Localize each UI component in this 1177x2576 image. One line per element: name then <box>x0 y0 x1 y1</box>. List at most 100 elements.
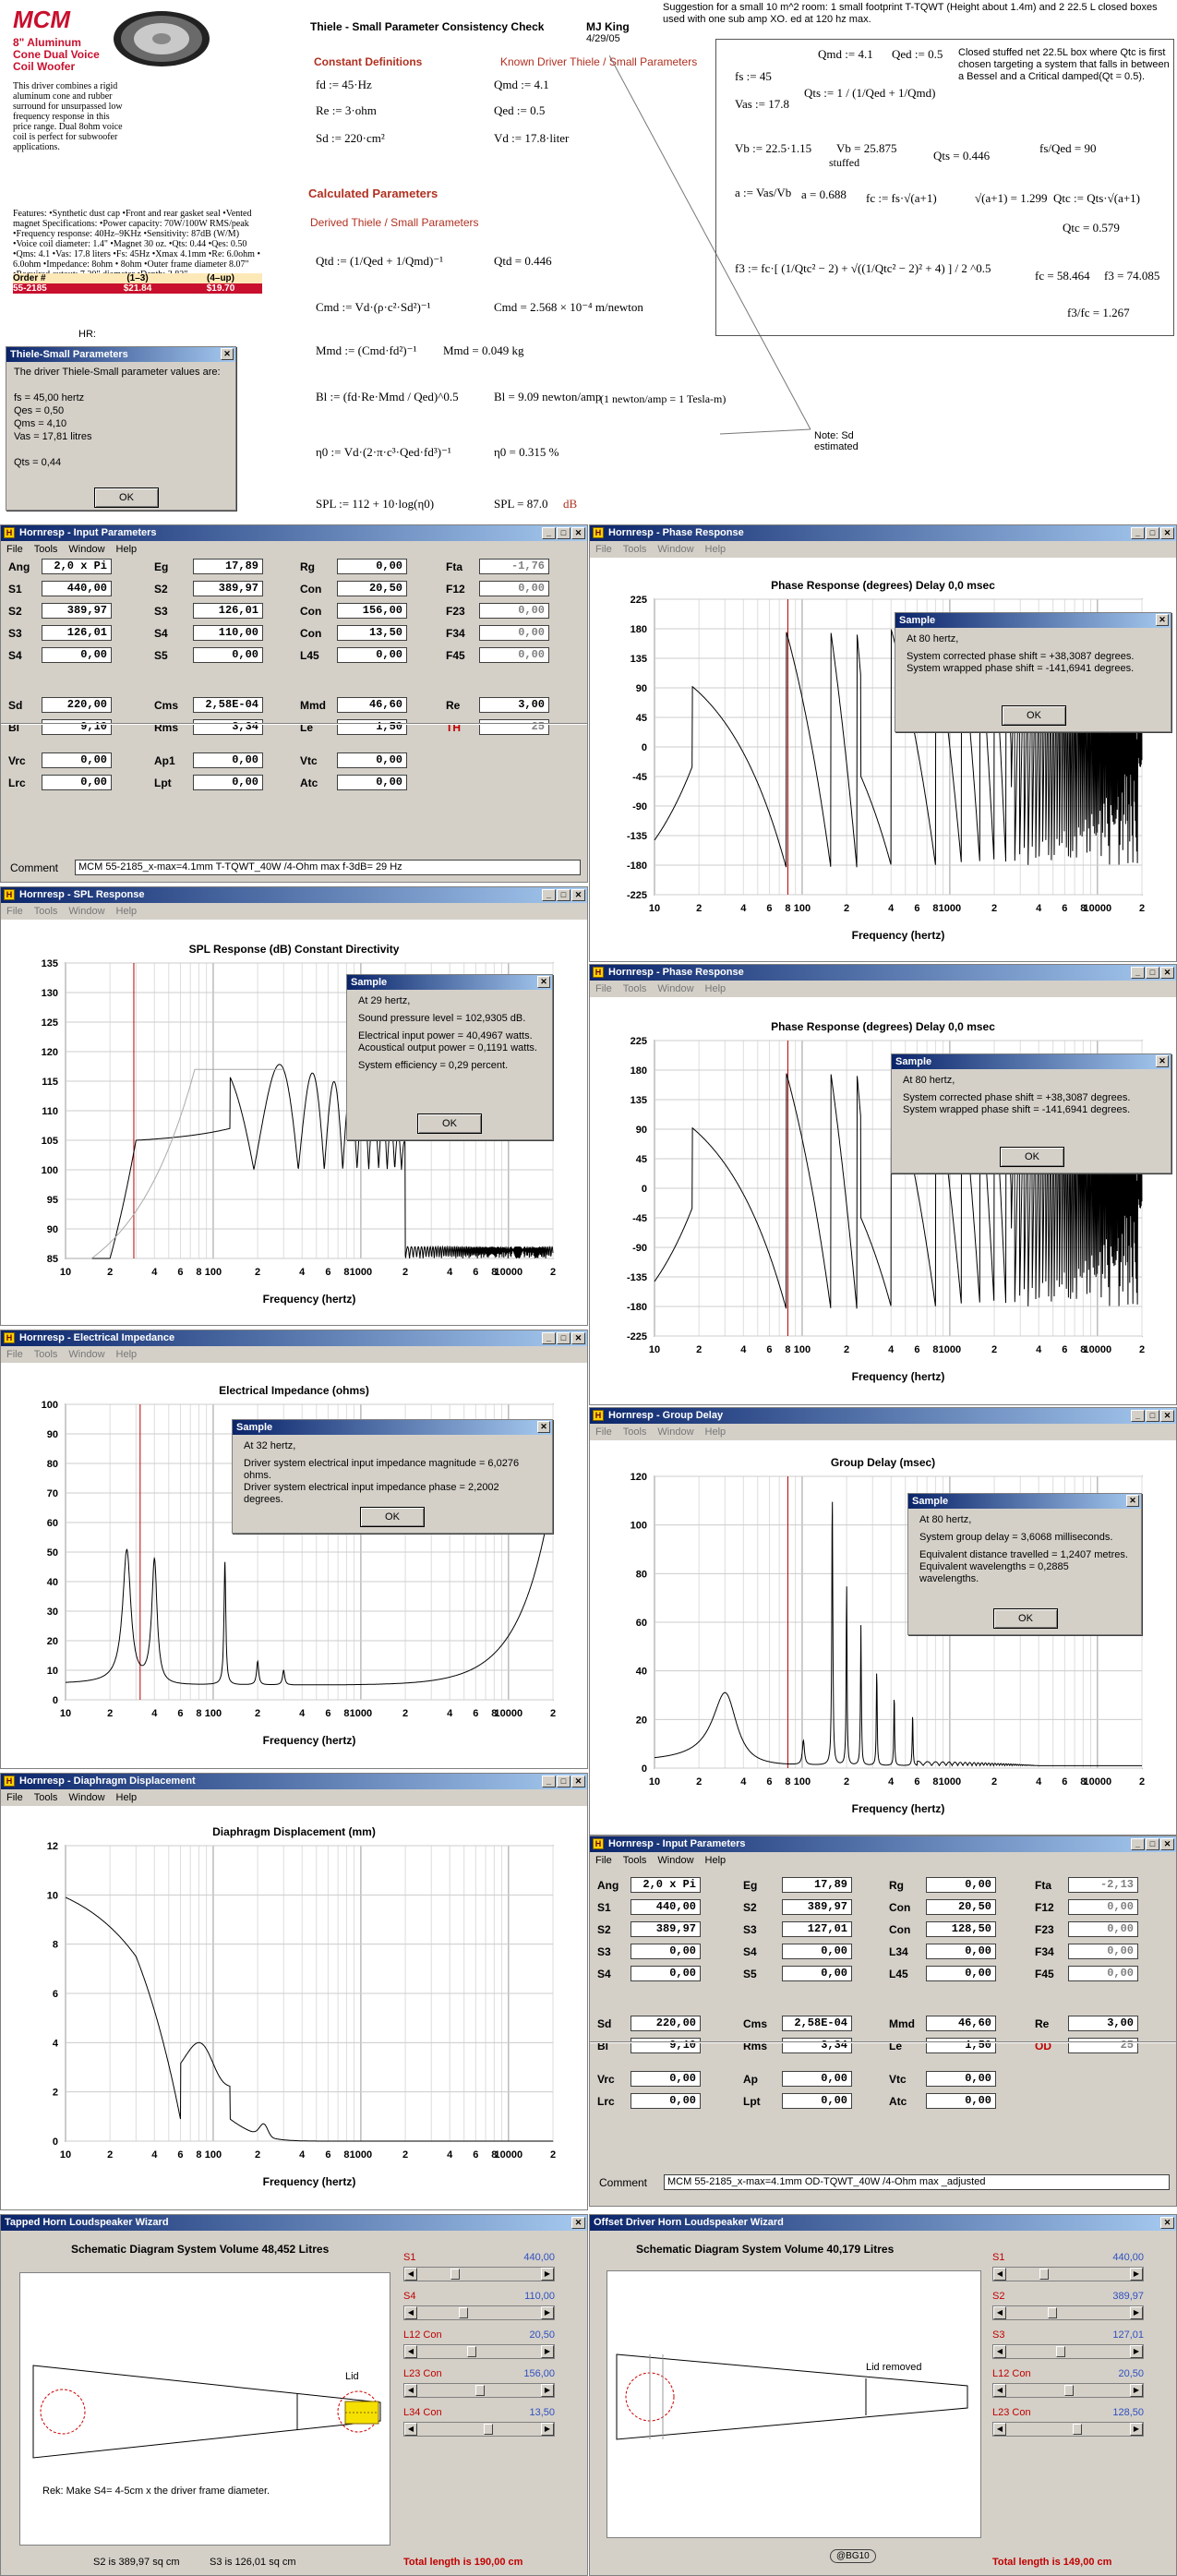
arrow-left-icon[interactable]: ◀ <box>404 2306 417 2319</box>
menu-file[interactable]: File <box>6 1789 23 1806</box>
param-field-s3[interactable]: 0,00 <box>631 1944 701 1959</box>
parameter-slider[interactable]: ◀ ▶ <box>403 2422 555 2437</box>
ok-button[interactable]: OK <box>94 488 159 508</box>
close-icon[interactable]: ✕ <box>1160 967 1174 979</box>
param-field-s1[interactable]: 440,00 <box>42 581 112 596</box>
param-field-s5[interactable]: 0,00 <box>782 1966 852 1981</box>
close-icon[interactable]: ✕ <box>571 2217 585 2229</box>
param-field-con[interactable]: 13,50 <box>337 625 407 641</box>
ok-button[interactable]: OK <box>1002 705 1066 726</box>
arrow-right-icon[interactable]: ▶ <box>1130 2306 1143 2319</box>
param-field-s4[interactable]: 0,00 <box>42 647 112 663</box>
arrow-left-icon[interactable]: ◀ <box>993 2306 1006 2319</box>
comment-field[interactable]: MCM 55-2185_x-max=4.1mm OD-TQWT_40W /4-O… <box>664 2174 1170 2190</box>
minimize-icon[interactable]: _ <box>542 1776 556 1788</box>
menu-file[interactable]: File <box>595 1424 612 1440</box>
param-field-s3[interactable]: 126,01 <box>193 603 263 619</box>
param-field-f45[interactable]: 0,00 <box>479 647 549 663</box>
param-field-eg[interactable]: 17,89 <box>193 559 263 574</box>
menu-window[interactable]: Window <box>657 981 693 997</box>
menu-window[interactable]: Window <box>68 1789 104 1806</box>
menu-tools[interactable]: Tools <box>34 541 58 558</box>
arrow-left-icon[interactable]: ◀ <box>993 2345 1006 2358</box>
parameter-slider[interactable]: ◀ ▶ <box>403 2383 555 2398</box>
maximize-icon[interactable]: □ <box>1146 1410 1159 1422</box>
parameter-slider[interactable]: ◀ ▶ <box>403 2305 555 2320</box>
close-icon[interactable]: ✕ <box>537 976 550 988</box>
menu-file[interactable]: File <box>6 541 23 558</box>
arrow-right-icon[interactable]: ▶ <box>1130 2384 1143 2397</box>
menu-tools[interactable]: Tools <box>34 1346 58 1363</box>
menu-help[interactable]: Help <box>116 541 138 558</box>
param-field-mmd[interactable]: 46,60 <box>926 2016 996 2031</box>
slider-thumb[interactable] <box>1073 2424 1082 2435</box>
maximize-icon[interactable]: □ <box>1146 967 1159 979</box>
menu-window[interactable]: Window <box>657 541 693 558</box>
arrow-right-icon[interactable]: ▶ <box>541 2423 554 2436</box>
ok-button[interactable]: OK <box>1000 1147 1064 1167</box>
param-field-cms[interactable]: 2,58E-04 <box>193 697 263 713</box>
param-field-s4[interactable]: 0,00 <box>782 1944 852 1959</box>
param-field-f23[interactable]: 0,00 <box>1068 1921 1138 1937</box>
menu-tools[interactable]: Tools <box>623 981 647 997</box>
param-field-ap[interactable]: 0,00 <box>782 2071 852 2087</box>
param-field-rg[interactable]: 0,00 <box>337 559 407 574</box>
param-field-s2[interactable]: 389,97 <box>631 1921 701 1937</box>
slider-thumb[interactable] <box>450 2269 460 2280</box>
maximize-icon[interactable]: □ <box>1146 527 1159 539</box>
arrow-left-icon[interactable]: ◀ <box>404 2384 417 2397</box>
parameter-slider[interactable]: ◀ ▶ <box>403 2267 555 2281</box>
param-field-lpt[interactable]: 0,00 <box>193 775 263 790</box>
param-field-con[interactable]: 128,50 <box>926 1921 996 1937</box>
close-icon[interactable]: ✕ <box>1126 1495 1139 1507</box>
param-field-ap1[interactable]: 0,00 <box>193 752 263 768</box>
menu-help[interactable]: Help <box>705 1424 727 1440</box>
minimize-icon[interactable]: _ <box>1131 1838 1145 1850</box>
menu-file[interactable]: File <box>6 1346 23 1363</box>
arrow-right-icon[interactable]: ▶ <box>1130 2345 1143 2358</box>
menu-help[interactable]: Help <box>116 1346 138 1363</box>
close-icon[interactable]: ✕ <box>571 1332 585 1344</box>
arrow-right-icon[interactable]: ▶ <box>541 2384 554 2397</box>
close-icon[interactable]: ✕ <box>1160 527 1174 539</box>
param-field-bl[interactable]: 9,10 <box>631 2038 701 2053</box>
close-icon[interactable]: ✕ <box>1160 1838 1174 1850</box>
param-field-l45[interactable]: 0,00 <box>926 1966 996 1981</box>
param-field-s4[interactable]: 0,00 <box>631 1966 701 1981</box>
ok-button[interactable]: OK <box>360 1507 425 1527</box>
menu-tools[interactable]: Tools <box>623 1852 647 1869</box>
menu-file[interactable]: File <box>595 541 612 558</box>
param-field-eg[interactable]: 17,89 <box>782 1877 852 1893</box>
param-field-lrc[interactable]: 0,00 <box>631 2093 701 2109</box>
menu-tools[interactable]: Tools <box>34 1789 58 1806</box>
param-field-ang[interactable]: 2,0 x Pi <box>631 1877 701 1893</box>
minimize-icon[interactable]: _ <box>1131 967 1145 979</box>
parameter-slider[interactable]: ◀ ▶ <box>992 2267 1144 2281</box>
menu-file[interactable]: File <box>595 1852 612 1869</box>
close-icon[interactable]: ✕ <box>1160 2217 1174 2229</box>
close-icon[interactable]: ✕ <box>571 527 585 539</box>
param-field-ang[interactable]: 2,0 x Pi <box>42 559 112 574</box>
param-field-con[interactable]: 156,00 <box>337 603 407 619</box>
param-field-rms[interactable]: 3,34 <box>782 2038 852 2053</box>
parameter-slider[interactable]: ◀ ▶ <box>992 2305 1144 2320</box>
menu-help[interactable]: Help <box>116 1789 138 1806</box>
minimize-icon[interactable]: _ <box>542 1332 556 1344</box>
param-field-s2[interactable]: 389,97 <box>782 1899 852 1915</box>
param-field-f23[interactable]: 0,00 <box>479 603 549 619</box>
arrow-left-icon[interactable]: ◀ <box>404 2423 417 2436</box>
param-field-lpt[interactable]: 0,00 <box>782 2093 852 2109</box>
param-field-fta[interactable]: -2,13 <box>1068 1877 1138 1893</box>
param-field-mmd[interactable]: 46,60 <box>337 697 407 713</box>
slider-thumb[interactable] <box>1064 2385 1074 2396</box>
param-field-con[interactable]: 20,50 <box>926 1899 996 1915</box>
minimize-icon[interactable]: _ <box>1131 1410 1145 1422</box>
comment-field[interactable]: MCM 55-2185_x-max=4.1mm T-TQWT_40W /4-Oh… <box>75 860 581 875</box>
maximize-icon[interactable]: □ <box>1146 1838 1159 1850</box>
arrow-right-icon[interactable]: ▶ <box>541 2345 554 2358</box>
param-field-l34[interactable]: 0,00 <box>926 1944 996 1959</box>
param-field-f34[interactable]: 0,00 <box>479 625 549 641</box>
close-icon[interactable]: ✕ <box>221 348 234 360</box>
minimize-icon[interactable]: _ <box>542 527 556 539</box>
param-field-s2[interactable]: 389,97 <box>42 603 112 619</box>
